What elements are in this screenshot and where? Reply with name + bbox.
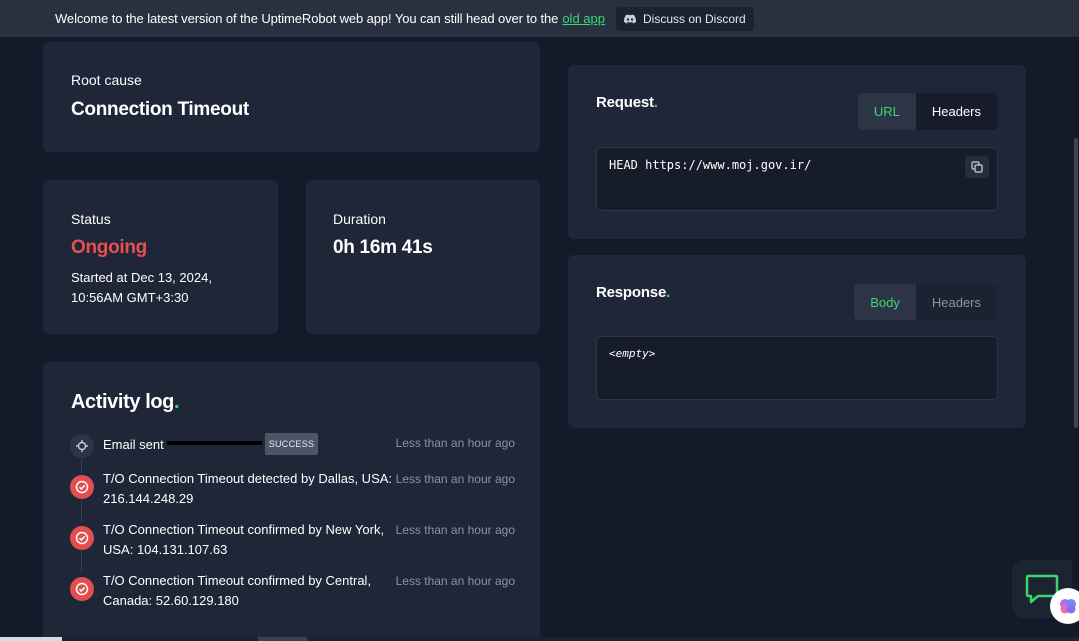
status-card: Status Ongoing Started at Dec 13, 2024, … <box>43 180 278 334</box>
bottom-strip <box>0 637 1079 641</box>
response-title: Response. <box>596 284 671 301</box>
request-code-box: HEAD https://www.moj.gov.ir/ <box>596 147 998 211</box>
root-cause-label: Root cause <box>71 72 142 88</box>
started-at-line1: Started at Dec 13, 2024, <box>71 270 212 285</box>
log-text: T/O Connection Timeout detected by Dalla… <box>103 471 393 506</box>
success-badge: SUCCESS <box>264 433 319 455</box>
tab-request-headers[interactable]: Headers <box>915 93 997 130</box>
log-item-confirmed-central: T/O Connection Timeout confirmed by Cent… <box>70 571 515 615</box>
log-time: Less than an hour ago <box>395 574 515 588</box>
status-label: Status <box>71 211 111 227</box>
log-time: Less than an hour ago <box>395 436 515 450</box>
started-at: Started at Dec 13, 2024, 10:56AM GMT+3:3… <box>71 268 212 308</box>
log-time: Less than an hour ago <box>395 523 515 537</box>
log-text: Email sent SUCCESS <box>103 433 398 455</box>
copy-button[interactable] <box>965 156 989 178</box>
timeline-line <box>81 500 82 521</box>
redacted-recipient <box>166 441 262 445</box>
request-card: Request. URL Headers HEAD https://www.mo… <box>568 65 1026 239</box>
request-title: Request. <box>596 94 658 111</box>
copy-icon <box>971 161 983 173</box>
log-time: Less than an hour ago <box>395 472 515 486</box>
log-text: T/O Connection Timeout confirmed by Cent… <box>103 573 372 608</box>
duration-label: Duration <box>333 211 386 227</box>
response-code-box: <empty> <box>596 336 998 400</box>
old-app-link[interactable]: old app <box>562 11 605 26</box>
assistant-button[interactable] <box>1050 588 1079 624</box>
status-value: Ongoing <box>71 237 147 258</box>
log-item-email: Email sent SUCCESS Less than an hour ago <box>70 433 515 459</box>
banner-message: Welcome to the latest version of the Upt… <box>55 11 559 26</box>
duration-card: Duration 0h 16m 41s <box>306 180 540 334</box>
response-tabs: Body Headers <box>854 284 997 320</box>
activity-log-title: Activity log. <box>71 391 180 413</box>
root-cause-card: Root cause Connection Timeout <box>43 42 540 152</box>
tab-body[interactable]: Body <box>854 284 916 320</box>
response-content: <empty> <box>609 347 656 360</box>
timeline-line <box>81 551 82 572</box>
bottom-segment <box>258 637 307 641</box>
response-card: Response. Body Headers <empty> <box>568 255 1026 428</box>
discord-label: Discuss on Discord <box>642 11 746 26</box>
log-item-confirmed-ny: T/O Connection Timeout confirmed by New … <box>70 520 515 564</box>
down-alert-icon <box>70 577 94 601</box>
down-alert-icon <box>70 475 94 499</box>
request-tabs: URL Headers <box>857 93 997 130</box>
root-cause-value: Connection Timeout <box>71 99 249 120</box>
brain-icon <box>1060 599 1076 614</box>
tab-url[interactable]: URL <box>857 93 916 130</box>
activity-log-card: Activity log. Email sent SUCCESS Less tha… <box>43 362 540 641</box>
log-text: T/O Connection Timeout confirmed by New … <box>103 522 385 557</box>
down-alert-icon <box>70 526 94 550</box>
tab-response-headers[interactable]: Headers <box>915 284 997 320</box>
log-item-detected: T/O Connection Timeout detected by Dalla… <box>70 469 515 513</box>
request-content: HEAD https://www.moj.gov.ir/ <box>609 158 812 172</box>
duration-value: 0h 16m 41s <box>333 237 433 258</box>
bottom-segment <box>0 637 62 641</box>
discord-button[interactable]: Discuss on Discord <box>615 6 754 31</box>
announcement-banner: Welcome to the latest version of the Upt… <box>0 0 1079 37</box>
discord-icon <box>623 14 636 23</box>
started-at-line2: 10:56AM GMT+3:30 <box>71 290 189 305</box>
scrollbar-thumb[interactable] <box>1074 138 1078 428</box>
envelope-icon <box>70 434 94 458</box>
